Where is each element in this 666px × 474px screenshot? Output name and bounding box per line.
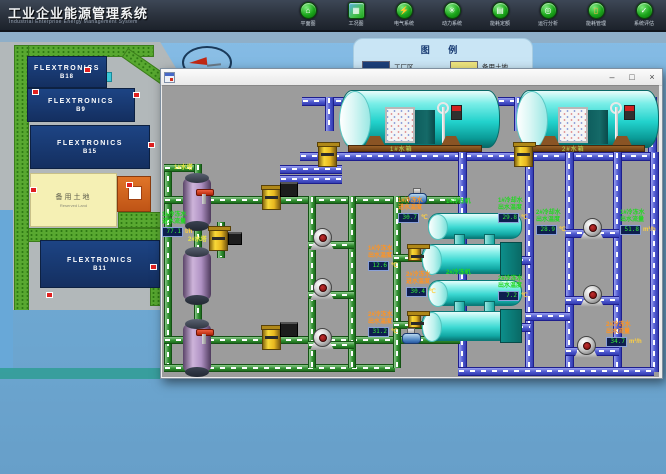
valve [318, 144, 337, 167]
toolbar-operation-analysis[interactable]: ◎ 运行分析 [530, 2, 566, 27]
valve [408, 246, 421, 261]
toolbar-plan-view[interactable]: ⌂ 平面图 [290, 2, 326, 27]
meas-chw2-out-flow: 2#冷冻水 出水流量 34.7m³/h [606, 322, 642, 347]
minimize-button[interactable]: – [602, 70, 622, 84]
meas-chw2-out-temp2: 2#冷冻水 出水温度 31.2℃ [368, 312, 398, 337]
meas-chw1-in-temp: 1#冷冻水 进水温度 30.7℃ [398, 198, 428, 223]
close-button[interactable]: × [642, 70, 662, 84]
tower-1-label: 1#水塔 [174, 162, 193, 171]
evaluation-icon: ✓ [636, 2, 653, 19]
pump [310, 228, 334, 250]
plan-view-icon: ⌂ [300, 2, 317, 19]
pump [310, 278, 334, 300]
map-marker [30, 187, 37, 193]
building-b11: FLEXTRONICS B11 [40, 240, 160, 288]
app-subtitle: Industrial Enterprise Energy Management … [9, 19, 138, 25]
maximize-button[interactable]: □ [622, 70, 642, 84]
valve [209, 228, 228, 251]
map-marker [126, 182, 133, 188]
main-toolbar: ⌂ 平面图 ▦ 工况图 ⚡ 电气系统 ✳ 动力系统 ▤ 能耗定额 ◎ 运行分析 [290, 2, 662, 27]
teal-shore-band [0, 368, 162, 379]
building-b9: FLEXTRONICS B9 [27, 88, 135, 122]
meas-chw2-in-temp: 2#冷冻水 进水温度 30.4℃ [406, 272, 436, 297]
chiller-1-label: 1#冷冻机 [446, 196, 471, 205]
map-marker [46, 292, 53, 298]
sensor [280, 182, 298, 197]
scada-canvas: 1#水塔 2#水塔 1#水箱 [162, 85, 659, 377]
energy-mgmt-icon: ▯ [588, 2, 605, 19]
tree-strip [118, 212, 162, 228]
building-b15: FLEXTRONICS B15 [30, 125, 150, 169]
meas-chw2-out-temp: 2#冷冻水 出水温度 7.2℃ [498, 276, 528, 301]
pump [580, 285, 604, 307]
chiller-2-label: 2#冷冻机 [446, 267, 471, 276]
legend-title: 图 例 [354, 43, 532, 56]
meas-chw1-out-flow: 1#冷冻水 出水流量 51.8m³/h [620, 210, 656, 235]
tank-1-label: 1#水箱 [390, 144, 413, 153]
power-icon: ✳ [444, 2, 461, 19]
water-tank-2 [517, 90, 659, 148]
pipe [565, 152, 574, 372]
toolbar-power[interactable]: ✳ 动力系统 [434, 2, 470, 27]
toolbar-system-eval[interactable]: ✓ 系统评估 [626, 2, 662, 27]
window-titlebar[interactable]: – □ × [161, 69, 662, 86]
toolbar-electrical[interactable]: ⚡ 电气系统 [386, 2, 422, 27]
meas-cw1-out-temp: 1#冷却水 出水温度 29.8℃ [498, 198, 528, 223]
analysis-icon: ◎ [540, 2, 557, 19]
reserve-land-area: 备用土地 Reserved Land [30, 173, 117, 227]
pipe [458, 367, 654, 376]
valve [514, 144, 533, 167]
toolbar-process-view[interactable]: ▦ 工况图 [338, 2, 374, 27]
meas-cw2-out-temp: 2#冷却水 出水温度 28.9℃ [536, 210, 566, 235]
app-root: 工业企业能源管理系统 Industrial Enterprise Energy … [0, 0, 666, 474]
map-marker [133, 92, 140, 98]
toolbar-energy-mgmt[interactable]: ▯ 能耗管理 [578, 2, 614, 27]
meas-chw1-out-temp: 1#冷冻水 出水温度 12.6℃ [368, 246, 398, 271]
window-icon [164, 72, 175, 83]
valve [262, 187, 281, 210]
pump [580, 218, 604, 240]
pump [574, 336, 598, 358]
toolbar-energy-quota[interactable]: ▤ 能耗定额 [482, 2, 518, 27]
building-b18: FLEXTRONICS B18 [27, 56, 107, 88]
quota-icon: ▤ [492, 2, 509, 19]
map-land: FLEXTRONICS B18 FLEXTRONICS B9 FLEXTRONI… [0, 42, 178, 310]
meas-chw1-inflow: 1#冷冻水 进水流量 77.1t/h [162, 212, 192, 237]
map-marker [32, 89, 39, 95]
pipe [650, 152, 659, 372]
water-tank-1 [340, 90, 500, 148]
tank-2-base [525, 145, 645, 152]
tank-2-label: 2#水箱 [562, 144, 585, 153]
pipe [325, 97, 334, 131]
sensor [280, 322, 298, 337]
pump [310, 328, 334, 350]
map-marker [148, 142, 155, 148]
header-bar: 工业企业能源管理系统 Industrial Enterprise Energy … [0, 0, 666, 32]
electrical-icon: ⚡ [396, 2, 413, 19]
sensor [228, 232, 242, 245]
water-strip [0, 210, 13, 372]
map-marker [84, 67, 91, 73]
scada-window: – □ × [160, 68, 663, 379]
valve [408, 313, 421, 328]
pipe [525, 312, 570, 321]
tank-1-base [348, 145, 482, 152]
process-view-icon: ▦ [348, 2, 365, 19]
map-marker [150, 264, 157, 270]
valve [262, 327, 281, 350]
pipe [300, 152, 657, 161]
water-tower-2 [183, 252, 211, 300]
orange-building [117, 176, 151, 212]
